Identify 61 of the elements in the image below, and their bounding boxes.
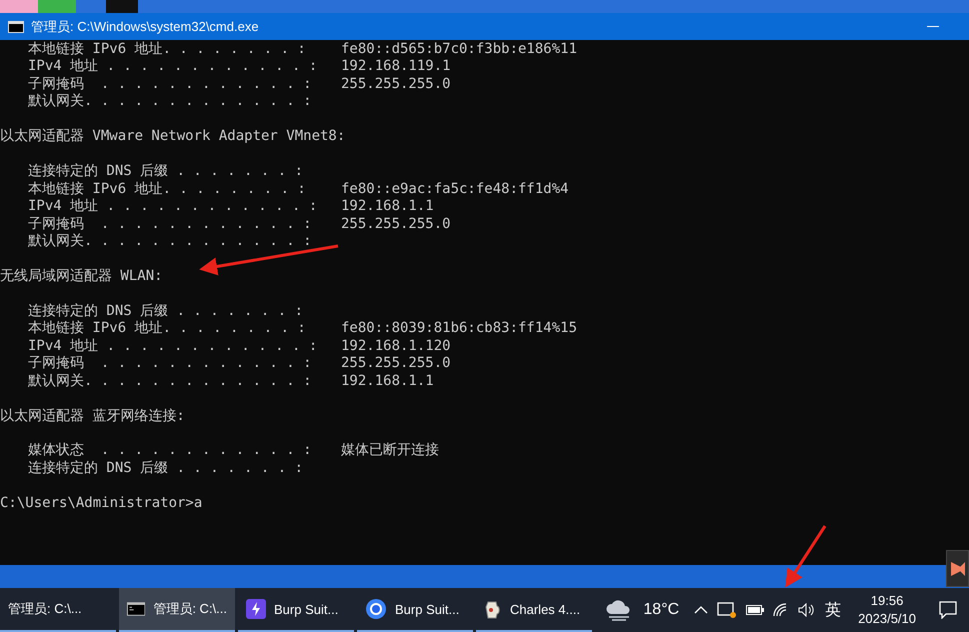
taskbar-label: Burp Suit... xyxy=(274,602,338,616)
console-label: 本地链接 IPv6 地址. . . . . . . . : xyxy=(28,41,307,58)
console-value: 255.255.255.0 xyxy=(341,355,451,373)
adapter-heading: 以太网适配器 蓝牙网络连接: xyxy=(0,408,185,425)
console-value: 192.168.119.1 xyxy=(341,58,451,76)
notification-icon[interactable] xyxy=(939,601,957,619)
lightning-icon xyxy=(246,599,266,619)
floating-widget[interactable] xyxy=(946,550,969,587)
time: 19:56 xyxy=(870,592,904,610)
console-label: 连接特定的 DNS 后缀 . . . . . . . : xyxy=(28,163,304,181)
adapter-heading: 无线局域网适配器 WLAN: xyxy=(0,268,163,286)
console-label: 默认网关. . . . . . . . . . . . . : xyxy=(28,93,313,111)
console-value: 192.168.1.1 xyxy=(341,372,434,390)
taskbar-item[interactable]: 管理员: C:\... xyxy=(0,588,116,632)
console-label: IPv4 地址 . . . . . . . . . . . . : xyxy=(28,198,318,216)
taskbar-label: Charles 4.... xyxy=(510,602,580,616)
battery-icon[interactable] xyxy=(746,605,764,615)
temperature: 18°C xyxy=(643,601,680,619)
annotation-arrow xyxy=(785,525,826,588)
taskbar-item[interactable]: Charles 4.... xyxy=(476,588,592,632)
command-prompt: C:\Users\Administrator>a xyxy=(0,494,202,512)
console-label: 本地链接 IPv6 地址. . . . . . . . : xyxy=(28,180,307,198)
minimize-icon[interactable] xyxy=(927,26,939,28)
console-value: fe80::8039:81b6:cb83:ff14%15 xyxy=(341,320,578,338)
taskbar-label: Burp Suit... xyxy=(395,602,460,616)
terminal-icon xyxy=(8,20,24,32)
console-label: 子网掩码 . . . . . . . . . . . . : xyxy=(28,216,313,233)
terminal-icon xyxy=(127,601,146,617)
console-label: 默认网关. . . . . . . . . . . . . : xyxy=(28,232,313,250)
console-value: 255.255.255.0 xyxy=(341,216,451,233)
taskbar-item[interactable]: 管理员: C:\... xyxy=(119,588,235,632)
taskbar-label: 管理员: C:\... xyxy=(153,600,227,618)
taskbar-label: 管理员: C:\... xyxy=(8,600,82,618)
console-value: fe80::e9ac:fa5c:fe48:ff1d%4 xyxy=(341,180,569,198)
console-label: 本地链接 IPv6 地址. . . . . . . . : xyxy=(28,320,307,338)
adapter-heading: 以太网适配器 VMware Network Adapter VMnet8: xyxy=(0,128,346,146)
console-label: 连接特定的 DNS 后缀 . . . . . . . : xyxy=(28,302,304,320)
taskbar-item[interactable]: Burp Suit... xyxy=(238,588,354,632)
window-title: 管理员: C:\Windows\system32\cmd.exe xyxy=(31,18,260,36)
taskbar-item[interactable]: Burp Suit... xyxy=(357,588,473,632)
ring-icon xyxy=(365,598,387,620)
console-label: 媒体状态 . . . . . . . . . . . . : xyxy=(28,442,313,460)
console-value: 媒体已断开连接 xyxy=(341,442,439,460)
console-label: IPv4 地址 . . . . . . . . . . . . : xyxy=(28,58,318,76)
input-language[interactable]: 英 xyxy=(825,600,842,620)
console-label: 默认网关. . . . . . . . . . . . . : xyxy=(28,372,313,390)
console-value: fe80::d565:b7c0:f3bb:e186%11 xyxy=(341,41,578,58)
console-label: IPv4 地址 . . . . . . . . . . . . : xyxy=(28,338,318,356)
console-label: 子网掩码 . . . . . . . . . . . . : xyxy=(28,76,313,93)
jug-icon xyxy=(484,599,502,619)
console-value: 192.168.1.120 xyxy=(341,338,451,356)
chevron-up-icon[interactable] xyxy=(694,606,708,614)
date: 2023/5/10 xyxy=(858,610,916,628)
console-value: 192.168.1.1 xyxy=(341,198,434,216)
console-label: 连接特定的 DNS 后缀 . . . . . . . : xyxy=(28,460,304,478)
bowtie-icon xyxy=(950,562,964,576)
console-value: 255.255.255.0 xyxy=(341,76,451,94)
clock[interactable]: 19:56 2023/5/10 xyxy=(858,592,916,628)
volume-icon[interactable] xyxy=(798,603,816,617)
console-label: 子网掩码 . . . . . . . . . . . . : xyxy=(28,355,313,373)
monitor-icon[interactable] xyxy=(717,601,738,619)
